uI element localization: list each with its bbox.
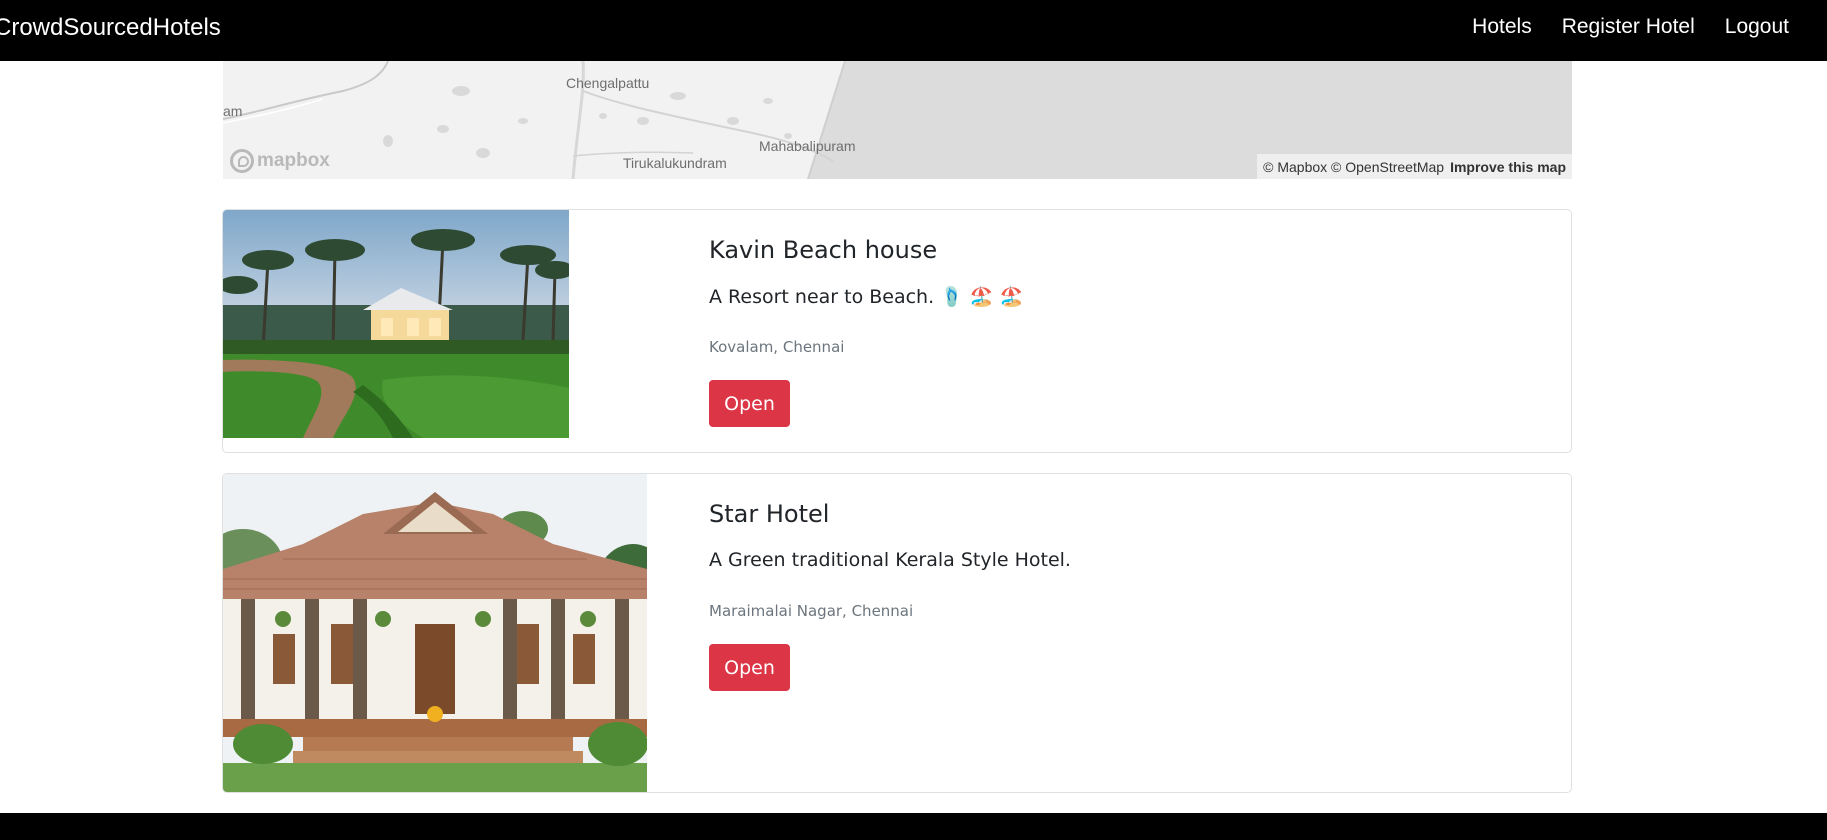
hotel-title: Star Hotel [709,500,830,528]
hotel-description: A Resort near to Beach. 🩴 🏖️ 🏖️ [709,286,1024,308]
map-attribution: © Mapbox © OpenStreetMap Improve this ma… [1257,154,1572,179]
nav-link-register-hotel[interactable]: Register Hotel [1562,15,1695,39]
mapbox-logo-text: mapbox [257,150,330,171]
hotel-card: Star Hotel A Green traditional Kerala St… [222,473,1572,793]
nav-link-hotels[interactable]: Hotels [1472,15,1532,39]
mapbox-logo[interactable]: mapbox [230,149,330,173]
kerala-house-photo-icon [223,474,647,792]
hotel-description: A Green traditional Kerala Style Hotel. [709,549,1071,571]
attribution-text[interactable]: © Mapbox © OpenStreetMap [1263,159,1444,175]
brand-link[interactable]: CrowdSourcedHotels [0,14,221,42]
nav-links: Hotels Register Hotel Logout [1472,15,1789,39]
improve-map-link[interactable]: Improve this map [1450,159,1566,175]
hotel-card: Kavin Beach house A Resort near to Beach… [222,209,1572,453]
mapbox-logo-icon [230,149,254,173]
resort-photo-icon [223,210,569,438]
map-label-partial: am [223,103,243,119]
open-hotel-button[interactable]: Open [709,644,790,691]
map-label-mahabalipuram: Mahabalipuram [759,138,856,154]
footer [0,813,1827,840]
hotel-location: Maraimalai Nagar, Chennai [709,602,914,620]
navbar: CrowdSourcedHotels Hotels Register Hotel… [0,0,1827,61]
nav-link-logout[interactable]: Logout [1725,15,1789,39]
map-label-chengalpattu: Chengalpattu [566,75,650,91]
cluster-map[interactable]: Chengalpattu Mahabalipuram Tirukalukundr… [223,61,1572,179]
map-label-tirukalukundram: Tirukalukundram [623,155,727,171]
open-hotel-button[interactable]: Open [709,380,790,427]
hotel-location: Kovalam, Chennai [709,338,845,356]
hotel-title: Kavin Beach house [709,236,938,264]
